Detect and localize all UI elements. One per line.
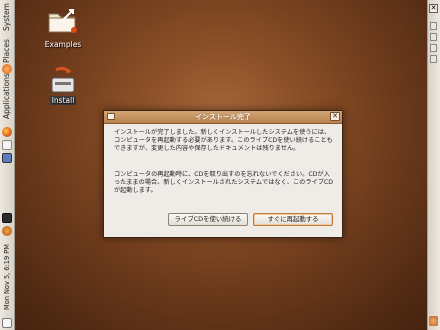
examples-desktop-icon[interactable]: Examples: [33, 6, 93, 49]
clock[interactable]: Mon Nov 5, 6:19 PM: [1, 240, 13, 314]
workspace-icon[interactable]: [430, 33, 437, 41]
applications-menu[interactable]: Applications: [1, 70, 13, 122]
dialog-message-1: インストールが完了しました。新しくインストールしたシステムを使うには、コンピュー…: [114, 129, 333, 152]
places-menu[interactable]: Places: [1, 38, 13, 64]
right-panel: ✕: [427, 0, 440, 330]
folder-examples-icon: [48, 9, 77, 33]
workspace-icon[interactable]: [430, 44, 437, 52]
restart-now-button[interactable]: すぐに再起動する: [253, 213, 333, 226]
install-icon: [51, 66, 75, 93]
desktop-background: System Places Applications Mon Nov 5, 6:…: [0, 0, 440, 330]
firefox-icon[interactable]: [2, 127, 12, 137]
dialog-titlebar[interactable]: インストール完了 ✕: [104, 111, 342, 124]
update-notifier-icon[interactable]: [2, 226, 12, 236]
install-desktop-icon[interactable]: Install: [33, 66, 93, 105]
install-label: Install: [49, 96, 77, 105]
workspace-icon[interactable]: [430, 22, 437, 30]
close-button[interactable]: ✕: [330, 112, 340, 121]
workspace-icon[interactable]: [430, 55, 437, 63]
ubuntu-logo-icon[interactable]: [2, 64, 12, 74]
examples-label: Examples: [44, 40, 82, 49]
trash-icon[interactable]: [429, 316, 438, 326]
dialog-message-2: コンピュータの再起動時に、CDを取り出すのを忘れないでください。CDが入ったまま…: [114, 171, 333, 194]
continue-using-live-cd-button[interactable]: ライブCDを使い続ける: [168, 213, 248, 226]
system-menu[interactable]: System: [1, 2, 13, 32]
close-panel-icon[interactable]: ✕: [429, 4, 438, 13]
show-desktop-icon[interactable]: [2, 318, 12, 328]
dialog-title: インストール完了: [195, 113, 251, 121]
help-icon[interactable]: [2, 153, 12, 163]
installation-complete-dialog: インストール完了 ✕ インストールが完了しました。新しくインストールしたシステム…: [103, 110, 343, 238]
network-icon[interactable]: [2, 213, 12, 223]
left-panel: System Places Applications Mon Nov 5, 6:…: [0, 0, 15, 330]
document-icon[interactable]: [2, 140, 12, 150]
